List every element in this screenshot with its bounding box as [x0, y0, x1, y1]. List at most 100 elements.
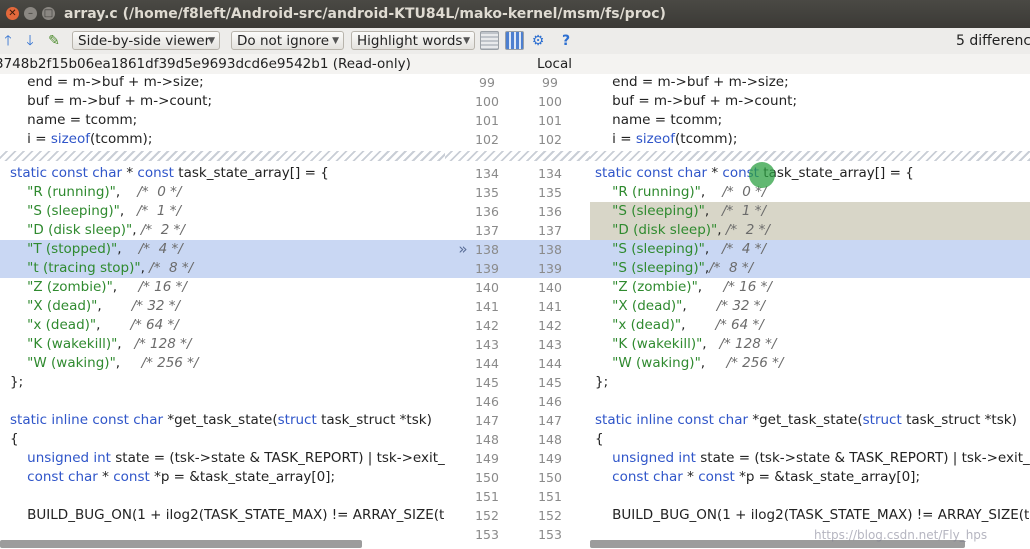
viewer-mode-dropdown[interactable]: Side-by-side viewer ▼ — [72, 31, 220, 50]
gutter-row: 99 99 — [445, 74, 590, 92]
gutter-row: 135 135 — [445, 183, 590, 202]
code-line: "x (dead)", /* 64 */ — [27, 317, 179, 333]
right-line-number: 142 — [538, 318, 562, 333]
left-line-number: 136 — [475, 204, 499, 219]
left-line-number: 99 — [479, 75, 495, 90]
code-line: unsigned int state = (tsk->state & TASK_… — [27, 450, 445, 466]
apply-change-icon[interactable]: » — [445, 240, 483, 259]
code-line: static inline const char *get_task_state… — [595, 412, 1017, 428]
mouse-cursor-indicator — [749, 162, 775, 188]
right-line-number: 143 — [538, 337, 562, 352]
collapse-unchanged-button[interactable] — [480, 31, 499, 50]
pane-labels: 3748b2f15b06ea1861df39d5e9693dcd6e9542b1… — [0, 54, 1030, 74]
gutter-row: 140 140 — [445, 278, 590, 297]
code-line: static inline const char *get_task_state… — [10, 412, 432, 428]
code-line: BUILD_BUG_ON(1 + ilog2(TASK_STATE_MAX) !… — [10, 507, 445, 523]
right-line-number: 138 — [538, 242, 562, 257]
right-line-number: 144 — [538, 356, 562, 371]
watermark-text: https://blog.csdn.net/Fly_hps — [814, 528, 988, 542]
left-line-number: 148 — [475, 432, 499, 447]
code-line: "x (dead)", /* 64 */ — [612, 317, 764, 333]
collapsed-lines-fold[interactable] — [0, 151, 445, 161]
left-line-number: 152 — [475, 508, 499, 523]
gutter-row: 147 147 — [445, 411, 590, 430]
code-line: static const char * const task_state_arr… — [595, 165, 914, 181]
left-line-number: 134 — [475, 166, 499, 181]
code-line: }; — [595, 374, 609, 390]
highlight-mode-value: Highlight words — [357, 33, 463, 49]
left-line-number: 142 — [475, 318, 499, 333]
gutter-row: 138 138» — [445, 240, 590, 260]
gutter-row: 143 143 — [445, 335, 590, 354]
ignore-whitespace-value: Do not ignore — [237, 33, 330, 49]
left-line-number: 135 — [475, 185, 499, 200]
edit-source-icon[interactable]: ✎ — [46, 32, 62, 50]
gutter-row: 102 102 — [445, 130, 590, 149]
right-line-number: 136 — [538, 204, 562, 219]
collapsed-lines-fold[interactable] — [590, 151, 1030, 161]
gutter-row: 100 100 — [445, 92, 590, 111]
right-line-number: 145 — [538, 375, 562, 390]
left-line-number: 150 — [475, 470, 499, 485]
minimize-window-button[interactable]: – — [24, 7, 37, 20]
ignore-whitespace-dropdown[interactable]: Do not ignore ▼ — [231, 31, 344, 50]
code-line: "W (waking)", /* 256 */ — [27, 355, 199, 371]
code-line: static const char * const task_state_arr… — [10, 165, 329, 181]
collapsed-lines-fold — [445, 151, 590, 161]
code-line: "X (dead)", /* 32 */ — [27, 298, 181, 314]
maximize-window-button[interactable]: □ — [42, 7, 55, 20]
code-line: "W (waking)", /* 256 */ — [612, 355, 784, 371]
right-line-number: 148 — [538, 432, 562, 447]
left-line-number: 149 — [475, 451, 499, 466]
close-window-button[interactable]: ✕ — [6, 7, 19, 20]
gutter-row: 146 146 — [445, 392, 590, 411]
right-code-pane[interactable]: end = m->buf + m->size; buf = m->buf + m… — [590, 74, 1030, 549]
right-line-number: 140 — [538, 280, 562, 295]
left-line-number: 137 — [475, 223, 499, 238]
left-code-pane[interactable]: end = m->buf + m->size; buf = m->buf + m… — [0, 74, 445, 549]
left-line-number: 143 — [475, 337, 499, 352]
code-line: unsigned int state = (tsk->state & TASK_… — [612, 450, 1030, 466]
code-line: { — [10, 431, 19, 447]
right-line-number: 134 — [538, 166, 562, 181]
toolbar: 🡑 🡓 ✎ Side-by-side viewer ▼ Do not ignor… — [0, 28, 1030, 55]
left-line-number: 100 — [475, 94, 499, 109]
chevron-down-icon: ▼ — [332, 36, 339, 46]
left-horizontal-scrollbar[interactable] — [0, 540, 362, 548]
right-line-number: 146 — [538, 394, 562, 409]
code-line: const char * const *p = &task_state_arra… — [27, 469, 335, 485]
code-line: buf = m->buf + m->count; — [595, 93, 798, 109]
code-line: "Z (zombie)", /* 16 */ — [612, 279, 772, 295]
gutter-row: 148 148 — [445, 430, 590, 449]
code-line: "K (wakekill)", /* 128 */ — [612, 336, 777, 352]
sync-scroll-toggle[interactable] — [505, 31, 524, 50]
gear-icon[interactable]: ⚙ — [530, 32, 546, 50]
gutter-row: 139 139 — [445, 259, 590, 279]
right-line-number: 150 — [538, 470, 562, 485]
arrow-down-icon[interactable]: 🡓 — [22, 32, 38, 50]
code-line: name = tcomm; — [10, 112, 138, 128]
title-bar: ✕ – □ array.c (/home/f8left/Android-src/… — [0, 0, 1030, 28]
left-line-number: 102 — [475, 132, 499, 147]
line-number-gutter: 99 99 100 100 101 101 102 102 134 134 135 135 136 136… — [445, 74, 590, 549]
gutter-row: 152 152 — [445, 506, 590, 525]
code-line: "X (dead)", /* 32 */ — [612, 298, 766, 314]
code-line: "S (sleeping)",/* 8 */ — [590, 259, 1030, 279]
highlight-mode-dropdown[interactable]: Highlight words ▼ — [351, 31, 475, 50]
code-line: }; — [10, 374, 24, 390]
left-line-number: 151 — [475, 489, 499, 504]
code-line: "t (tracing stop)", /* 8 */ — [0, 259, 445, 279]
left-line-number: 147 — [475, 413, 499, 428]
gutter-row: 137 137 — [445, 221, 590, 240]
code-line: "S (sleeping)", /* 1 */ — [27, 203, 182, 219]
left-line-number: 101 — [475, 113, 499, 128]
right-line-number: 99 — [542, 75, 558, 90]
help-icon[interactable]: ? — [558, 32, 574, 50]
right-line-number: 149 — [538, 451, 562, 466]
code-line: "R (running)", /* 0 */ — [27, 184, 182, 200]
arrow-up-icon[interactable]: 🡑 — [0, 32, 16, 50]
code-line: "D (disk sleep)", /* 2 */ — [590, 221, 1030, 241]
left-line-number: 146 — [475, 394, 499, 409]
